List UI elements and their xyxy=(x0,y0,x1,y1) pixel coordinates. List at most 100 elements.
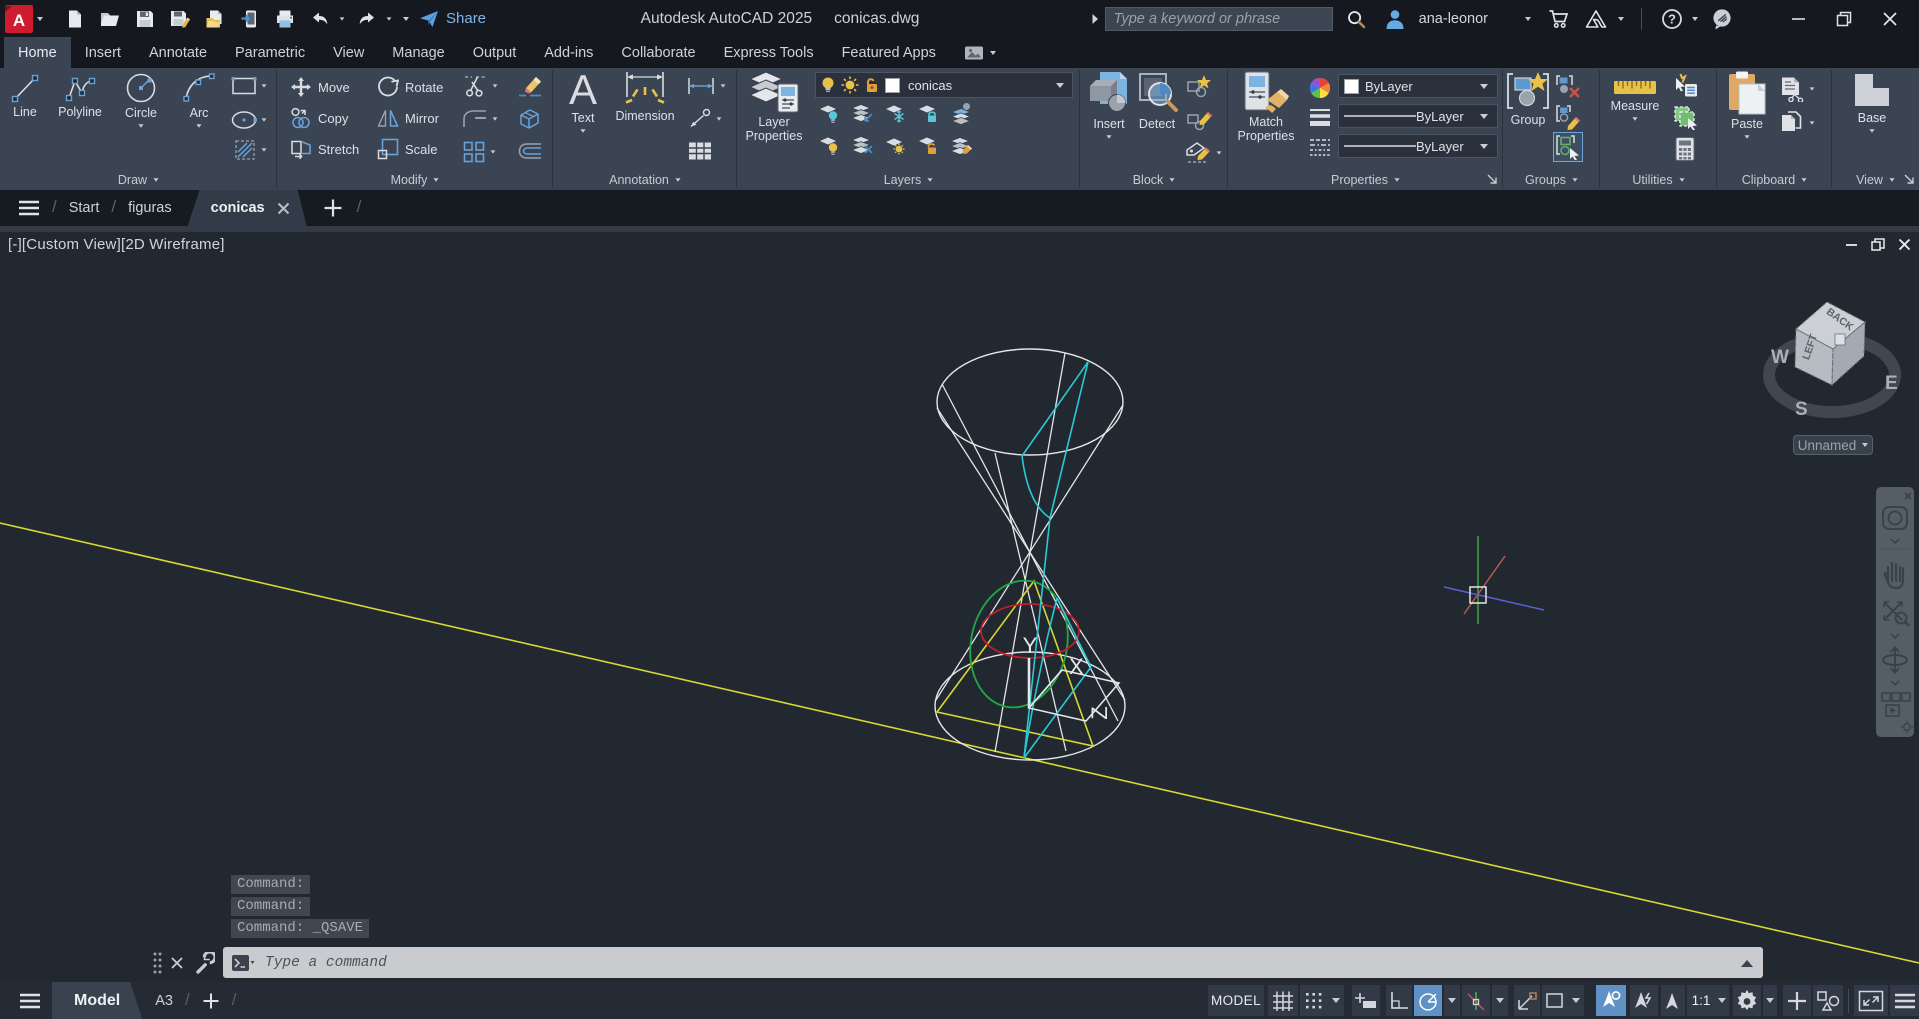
open-from-web-button[interactable] xyxy=(202,6,228,32)
layer-lock-button[interactable] xyxy=(916,102,940,124)
status-workspace-button[interactable] xyxy=(1733,985,1761,1016)
modify-explode-button[interactable] xyxy=(517,107,541,131)
layer-select-combo[interactable]: conicas xyxy=(815,72,1073,98)
ribbon-tab-view[interactable]: View xyxy=(319,37,378,68)
properties-lineweight-combo-caret-icon[interactable] xyxy=(1480,114,1488,119)
draw-hatch-button-caret-icon[interactable] xyxy=(262,148,267,151)
viewport-label-text[interactable]: [-][Custom View][2D Wireframe] xyxy=(8,236,225,253)
panel-label-clipboard[interactable]: Clipboard xyxy=(1717,173,1832,187)
view-cube[interactable]: WESBACKLEFT xyxy=(1756,232,1916,424)
layer-off-button[interactable] xyxy=(817,102,841,124)
open-folder-button[interactable] xyxy=(97,6,123,32)
status-annotation-scale-icon[interactable] xyxy=(1661,985,1685,1016)
status-dynamic-input-button[interactable] xyxy=(1352,985,1380,1016)
ribbon-tab-collaborate[interactable]: Collaborate xyxy=(607,37,709,68)
navbar-orbit-icon[interactable] xyxy=(1883,647,1907,673)
layer-unlock-button[interactable] xyxy=(916,134,940,156)
navbar-zoom-caret-icon[interactable] xyxy=(1891,634,1899,638)
search-icon[interactable] xyxy=(1343,6,1369,32)
navbar-close-icon[interactable] xyxy=(1905,493,1911,499)
new-file-button[interactable] xyxy=(62,6,88,32)
command-prompt-icon[interactable] xyxy=(231,954,255,972)
clipboard-cut-button[interactable] xyxy=(1779,76,1815,102)
status-ortho-button[interactable] xyxy=(1386,985,1412,1016)
status-annotation-scale-value[interactable]: 1:1 xyxy=(1687,985,1715,1016)
layer-isolate-button[interactable] xyxy=(850,102,874,124)
ribbon-tab-home[interactable]: Home xyxy=(4,37,71,68)
clipboard-copy-button[interactable] xyxy=(1779,110,1815,136)
annotation-dimension-button[interactable]: Dimension xyxy=(609,70,681,123)
save-as-button[interactable] xyxy=(167,6,193,32)
file-tab-conicas[interactable]: conicas xyxy=(188,190,307,226)
draw-ellipse-button[interactable] xyxy=(231,110,267,130)
feedback-icon[interactable] xyxy=(1709,6,1735,32)
window-minimize-button[interactable] xyxy=(1775,0,1821,37)
panel-label-properties[interactable]: Properties xyxy=(1228,173,1503,187)
navigation-bar[interactable] xyxy=(1876,487,1914,737)
help-menu-caret-icon[interactable] xyxy=(1692,17,1698,21)
compass-south[interactable]: S xyxy=(1795,399,1808,420)
ribbon-display-icon[interactable] xyxy=(964,45,984,61)
cart-icon[interactable] xyxy=(1546,6,1572,32)
clipboard-cut-button-caret-icon[interactable] xyxy=(1810,87,1815,90)
compass-east[interactable]: E xyxy=(1885,373,1898,394)
viewcube-views-button[interactable]: Unnamed xyxy=(1793,435,1873,455)
groups-group-button[interactable]: Group xyxy=(1507,70,1549,127)
status-workspace-caret[interactable] xyxy=(1763,985,1777,1016)
properties-lineweight-button[interactable] xyxy=(1308,106,1332,128)
status-snap-button[interactable] xyxy=(1300,985,1328,1016)
modify-stretch-button[interactable]: Stretch xyxy=(290,138,359,160)
ribbon-tab-manage[interactable]: Manage xyxy=(378,37,458,68)
compass-west[interactable]: W xyxy=(1771,347,1789,368)
window-restore-button[interactable] xyxy=(1821,0,1867,37)
layers-properties-button[interactable]: Layer Properties xyxy=(743,70,805,144)
properties-linetype-button[interactable] xyxy=(1308,136,1332,158)
status-clean-screen-button[interactable] xyxy=(1854,985,1888,1016)
share-button[interactable]: Share xyxy=(419,10,486,28)
modify-fillet-button-caret-icon[interactable] xyxy=(493,117,498,120)
properties-linetype-combo[interactable]: ByLayer xyxy=(1338,134,1498,158)
undo-button[interactable] xyxy=(307,6,333,32)
panel-label-groups[interactable]: Groups xyxy=(1503,173,1600,187)
status-isodraft-button[interactable] xyxy=(1542,985,1568,1016)
modify-offset-button[interactable] xyxy=(517,141,543,163)
status-osnap-tracking-button[interactable] xyxy=(1462,985,1490,1016)
block-detect-button[interactable]: Detect xyxy=(1132,70,1182,131)
draw-rectangle-button-caret-icon[interactable] xyxy=(262,84,267,87)
status-isolate-objects-button[interactable] xyxy=(1813,985,1843,1016)
file-tabs-menu-icon[interactable] xyxy=(18,199,40,217)
layout-tab-a3[interactable]: A3 xyxy=(155,993,173,1009)
modify-mirror-button[interactable]: Mirror xyxy=(377,107,439,129)
status-customization-button[interactable] xyxy=(1783,985,1811,1016)
save-button[interactable] xyxy=(132,6,158,32)
navbar-zoom-icon[interactable] xyxy=(1884,602,1909,626)
search-expand-icon[interactable] xyxy=(1091,13,1099,25)
layer-unisolate-button[interactable] xyxy=(850,134,874,156)
annotation-table-button[interactable] xyxy=(687,140,713,162)
layer-freeze-button[interactable] xyxy=(883,102,907,124)
modify-trim-button[interactable] xyxy=(462,74,498,98)
autocad-mobile-button[interactable] xyxy=(237,6,263,32)
file-tab-figuras[interactable]: figuras xyxy=(128,200,172,216)
modify-move-button[interactable]: Move xyxy=(290,76,350,98)
panel-label-layers[interactable]: Layers xyxy=(737,173,1080,187)
panel-label-block[interactable]: Block xyxy=(1080,173,1228,187)
modify-rotate-button[interactable]: Rotate xyxy=(377,76,443,98)
status-osnap-button[interactable] xyxy=(1514,985,1540,1016)
panel-label-annotation[interactable]: Annotation xyxy=(553,173,737,187)
status-grid-button[interactable] xyxy=(1268,985,1298,1016)
clipboard-paste-button[interactable]: Paste xyxy=(1723,70,1771,139)
layout-menu-icon[interactable] xyxy=(19,992,41,1010)
status-annotation-autoscale-button[interactable] xyxy=(1630,985,1658,1016)
draw-arc-button[interactable]: Arc xyxy=(172,71,226,128)
panel-label-modify[interactable]: Modify xyxy=(277,173,553,187)
layer-make-current-button[interactable] xyxy=(949,102,973,124)
block-attribute-edit-button[interactable] xyxy=(1184,140,1222,166)
modify-fillet-button[interactable] xyxy=(462,108,498,130)
modify-array-button-caret-icon[interactable] xyxy=(491,150,496,153)
status-annotation-scale-caret[interactable] xyxy=(1715,985,1729,1016)
drawing-area[interactable]: YXZ[-][Custom View][2D Wireframe]WESBACK… xyxy=(0,232,1919,982)
utilities-measure-button[interactable]: Measure xyxy=(1606,76,1664,121)
navbar-showmotion-icon[interactable] xyxy=(1882,693,1910,716)
layer-thaw-button[interactable] xyxy=(883,134,907,156)
